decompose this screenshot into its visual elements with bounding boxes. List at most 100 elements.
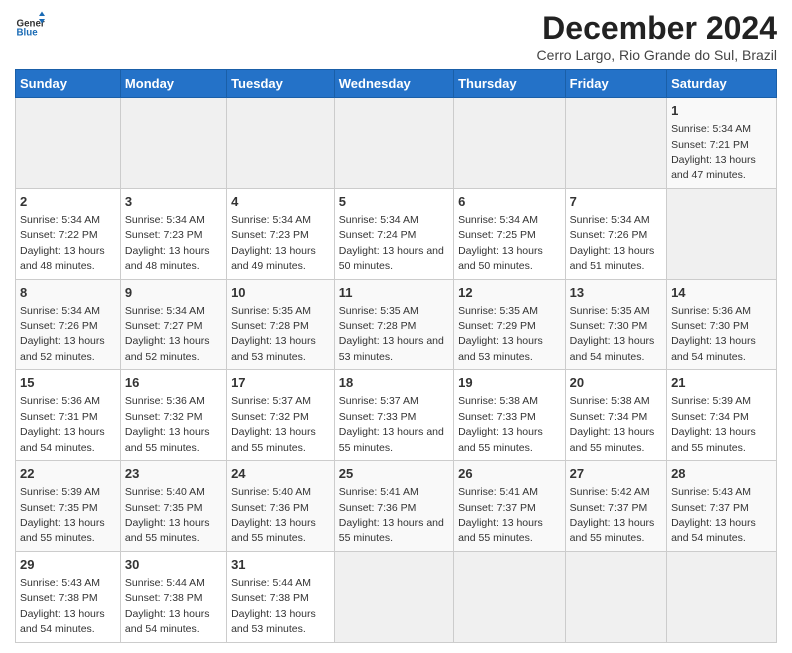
day-number: 18: [339, 374, 449, 392]
day-cell: [667, 188, 777, 279]
day-number: 4: [231, 193, 330, 211]
day-number: 6: [458, 193, 561, 211]
calendar-week-row: 8Sunrise: 5:34 AMSunset: 7:26 PMDaylight…: [16, 279, 777, 370]
empty-cell: [120, 98, 226, 189]
day-info: Sunrise: 5:41 AMSunset: 7:37 PMDaylight:…: [458, 486, 543, 544]
day-info: Sunrise: 5:37 AMSunset: 7:33 PMDaylight:…: [339, 395, 444, 453]
day-number: 7: [570, 193, 662, 211]
day-cell: 10 Sunrise: 5:35 AMSunset: 7:28 PMDayligh…: [227, 279, 335, 370]
day-cell: 22 Sunrise: 5:39 AMSunset: 7:35 PMDayligh…: [16, 461, 121, 552]
empty-cell: [227, 98, 335, 189]
header-day-tuesday: Tuesday: [227, 70, 335, 98]
day-number: 23: [125, 465, 222, 483]
day-info: Sunrise: 5:35 AMSunset: 7:29 PMDaylight:…: [458, 305, 543, 363]
day-number: 12: [458, 284, 561, 302]
day-cell: 26 Sunrise: 5:41 AMSunset: 7:37 PMDayligh…: [454, 461, 566, 552]
day-number: 26: [458, 465, 561, 483]
day-cell: 2Sunrise: 5:34 AMSunset: 7:22 PMDaylight…: [16, 188, 121, 279]
calendar-header-row: SundayMondayTuesdayWednesdayThursdayFrid…: [16, 70, 777, 98]
day-cell: 14 Sunrise: 5:36 AMSunset: 7:30 PMDayligh…: [667, 279, 777, 370]
day-number: 25: [339, 465, 449, 483]
title-area: December 2024 Cerro Largo, Rio Grande do…: [537, 10, 777, 63]
day-cell: 29 Sunrise: 5:43 AMSunset: 7:38 PMDayligh…: [16, 551, 121, 642]
day-info: Sunrise: 5:39 AMSunset: 7:35 PMDaylight:…: [20, 486, 105, 544]
day-info: Sunrise: 5:34 AMSunset: 7:23 PMDaylight:…: [231, 214, 316, 272]
day-info: Sunrise: 5:36 AMSunset: 7:32 PMDaylight:…: [125, 395, 210, 453]
day-cell: 31Sunrise: 5:44 AMSunset: 7:38 PMDayligh…: [227, 551, 335, 642]
day-cell: 20Sunrise: 5:38 AMSunset: 7:34 PMDayligh…: [565, 370, 666, 461]
day-cell: 11 Sunrise: 5:35 AMSunset: 7:28 PMDayligh…: [334, 279, 453, 370]
day-cell: 27 Sunrise: 5:42 AMSunset: 7:37 PMDayligh…: [565, 461, 666, 552]
day-info: Sunrise: 5:36 AMSunset: 7:31 PMDaylight:…: [20, 395, 105, 453]
day-info: Sunrise: 5:42 AMSunset: 7:37 PMDaylight:…: [570, 486, 655, 544]
day-info: Sunrise: 5:43 AMSunset: 7:37 PMDaylight:…: [671, 486, 756, 544]
day-cell: [565, 551, 666, 642]
page-title: December 2024: [537, 10, 777, 47]
header-day-thursday: Thursday: [454, 70, 566, 98]
day-cell: 28 Sunrise: 5:43 AMSunset: 7:37 PMDayligh…: [667, 461, 777, 552]
empty-cell: [565, 98, 666, 189]
day-number: 11: [339, 284, 449, 302]
day-info: Sunrise: 5:35 AMSunset: 7:28 PMDaylight:…: [339, 305, 444, 363]
day-info: Sunrise: 5:34 AMSunset: 7:21 PMDaylight:…: [671, 123, 756, 181]
calendar-week-row: 22 Sunrise: 5:39 AMSunset: 7:35 PMDayligh…: [16, 461, 777, 552]
header-day-sunday: Sunday: [16, 70, 121, 98]
day-cell: [334, 551, 453, 642]
empty-cell: [16, 98, 121, 189]
day-cell: 8Sunrise: 5:34 AMSunset: 7:26 PMDaylight…: [16, 279, 121, 370]
day-info: Sunrise: 5:34 AMSunset: 7:25 PMDaylight:…: [458, 214, 543, 272]
svg-text:Blue: Blue: [17, 28, 39, 39]
day-info: Sunrise: 5:35 AMSunset: 7:28 PMDaylight:…: [231, 305, 316, 363]
day-number: 27: [570, 465, 662, 483]
day-number: 8: [20, 284, 116, 302]
day-number: 29: [20, 556, 116, 574]
day-info: Sunrise: 5:44 AMSunset: 7:38 PMDaylight:…: [231, 577, 316, 635]
day-info: Sunrise: 5:35 AMSunset: 7:30 PMDaylight:…: [570, 305, 655, 363]
day-number: 5: [339, 193, 449, 211]
day-cell: 24Sunrise: 5:40 AMSunset: 7:36 PMDayligh…: [227, 461, 335, 552]
day-number: 16: [125, 374, 222, 392]
day-cell: 3Sunrise: 5:34 AMSunset: 7:23 PMDaylight…: [120, 188, 226, 279]
calendar-week-row: 2Sunrise: 5:34 AMSunset: 7:22 PMDaylight…: [16, 188, 777, 279]
day-cell: 16 Sunrise: 5:36 AMSunset: 7:32 PMDayligh…: [120, 370, 226, 461]
calendar-week-row: 1Sunrise: 5:34 AMSunset: 7:21 PMDaylight…: [16, 98, 777, 189]
day-cell: 21 Sunrise: 5:39 AMSunset: 7:34 PMDayligh…: [667, 370, 777, 461]
day-info: Sunrise: 5:39 AMSunset: 7:34 PMDaylight:…: [671, 395, 756, 453]
day-info: Sunrise: 5:44 AMSunset: 7:38 PMDaylight:…: [125, 577, 210, 635]
day-info: Sunrise: 5:36 AMSunset: 7:30 PMDaylight:…: [671, 305, 756, 363]
day-cell: 30 Sunrise: 5:44 AMSunset: 7:38 PMDayligh…: [120, 551, 226, 642]
day-cell: 6 Sunrise: 5:34 AMSunset: 7:25 PMDaylight…: [454, 188, 566, 279]
header-day-friday: Friday: [565, 70, 666, 98]
logo: General Blue: [15, 10, 45, 40]
day-info: Sunrise: 5:37 AMSunset: 7:32 PMDaylight:…: [231, 395, 316, 453]
day-cell: 15Sunrise: 5:36 AMSunset: 7:31 PMDayligh…: [16, 370, 121, 461]
header-day-saturday: Saturday: [667, 70, 777, 98]
calendar-week-row: 15Sunrise: 5:36 AMSunset: 7:31 PMDayligh…: [16, 370, 777, 461]
day-cell: 17 Sunrise: 5:37 AMSunset: 7:32 PMDayligh…: [227, 370, 335, 461]
day-info: Sunrise: 5:40 AMSunset: 7:35 PMDaylight:…: [125, 486, 210, 544]
day-cell: 13Sunrise: 5:35 AMSunset: 7:30 PMDayligh…: [565, 279, 666, 370]
day-number: 22: [20, 465, 116, 483]
day-info: Sunrise: 5:34 AMSunset: 7:27 PMDaylight:…: [125, 305, 210, 363]
day-info: Sunrise: 5:38 AMSunset: 7:33 PMDaylight:…: [458, 395, 543, 453]
day-cell: [667, 551, 777, 642]
header-day-monday: Monday: [120, 70, 226, 98]
day-number: 19: [458, 374, 561, 392]
header-day-wednesday: Wednesday: [334, 70, 453, 98]
day-cell: 9 Sunrise: 5:34 AMSunset: 7:27 PMDaylight…: [120, 279, 226, 370]
day-cell: 18 Sunrise: 5:37 AMSunset: 7:33 PMDayligh…: [334, 370, 453, 461]
day-number: 9: [125, 284, 222, 302]
day-info: Sunrise: 5:43 AMSunset: 7:38 PMDaylight:…: [20, 577, 105, 635]
day-number: 30: [125, 556, 222, 574]
day-number: 14: [671, 284, 772, 302]
empty-cell: [334, 98, 453, 189]
day-number: 3: [125, 193, 222, 211]
day-number: 21: [671, 374, 772, 392]
day-number: 17: [231, 374, 330, 392]
day-cell: 12 Sunrise: 5:35 AMSunset: 7:29 PMDayligh…: [454, 279, 566, 370]
day-number: 28: [671, 465, 772, 483]
day-cell: 5Sunrise: 5:34 AMSunset: 7:24 PMDaylight…: [334, 188, 453, 279]
day-cell: 23 Sunrise: 5:40 AMSunset: 7:35 PMDayligh…: [120, 461, 226, 552]
day-number: 10: [231, 284, 330, 302]
day-cell: 19 Sunrise: 5:38 AMSunset: 7:33 PMDayligh…: [454, 370, 566, 461]
